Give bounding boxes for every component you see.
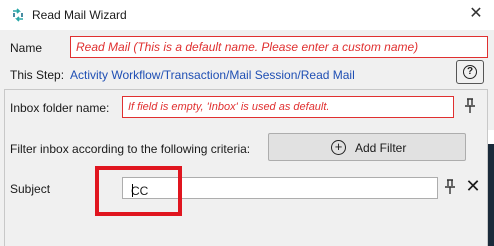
filter-criteria-label: Filter inbox according to the following … (10, 142, 251, 156)
window-title: Read Mail Wizard (32, 8, 127, 22)
add-filter-label: Add Filter (355, 141, 407, 155)
name-input[interactable]: Read Mail (This is a default name. Pleas… (70, 36, 488, 58)
inbox-folder-placeholder: If field is empty, 'Inbox' is used as de… (128, 101, 330, 113)
help-button[interactable]: ? (456, 60, 484, 84)
highlight-annotation-box (95, 166, 182, 216)
pin-icon[interactable] (443, 179, 457, 195)
add-circle-icon: + (331, 140, 346, 155)
inbox-folder-input[interactable]: If field is empty, 'Inbox' is used as de… (122, 96, 454, 118)
workflow-logo-icon (13, 8, 23, 22)
add-filter-button[interactable]: + Add Filter (268, 133, 466, 161)
title-bar: Read Mail Wizard ✕ (0, 0, 494, 30)
close-icon[interactable]: ✕ (467, 5, 485, 23)
name-label: Name (10, 41, 43, 55)
name-placeholder: Read Mail (This is a default name. Pleas… (76, 40, 419, 54)
subject-label: Subject (10, 182, 51, 196)
step-path-link[interactable]: Activity Workflow/Transaction/Mail Sessi… (70, 68, 355, 82)
background-window-edge (488, 130, 494, 246)
remove-filter-icon[interactable]: ✕ (465, 176, 481, 196)
this-step-label: This Step: (10, 68, 65, 82)
inbox-folder-label: Inbox folder name: (10, 101, 110, 115)
pin-icon[interactable] (463, 98, 477, 114)
help-icon: ? (463, 65, 477, 79)
